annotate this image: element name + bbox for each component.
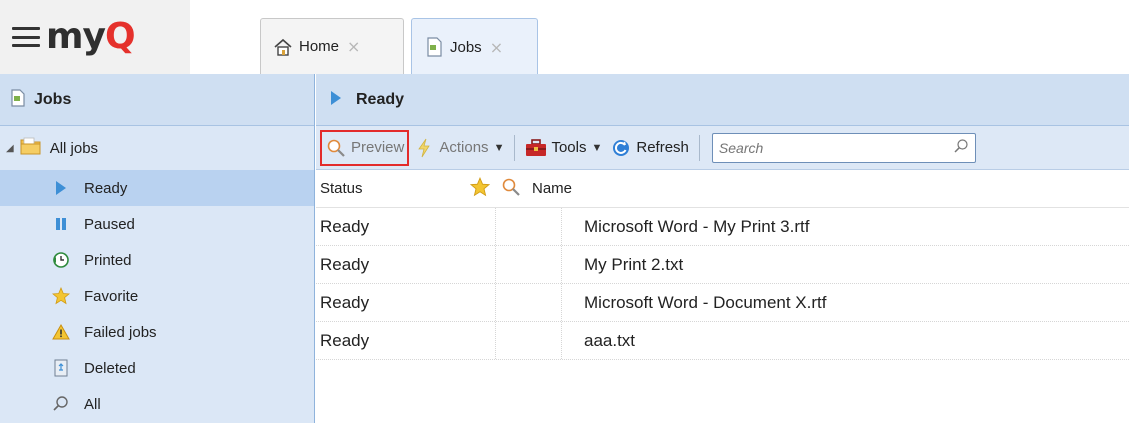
close-icon[interactable]: × (347, 37, 360, 56)
lightning-icon (413, 137, 435, 159)
star-icon (469, 176, 491, 201)
sidebar-item-ready[interactable]: Ready (0, 170, 314, 206)
page-title: Ready (356, 90, 405, 108)
search-icon[interactable] (953, 138, 969, 158)
document-icon (424, 37, 444, 57)
sidebar-header: Jobs (0, 74, 314, 126)
sidebar-item-label: Paused (84, 215, 135, 233)
expand-caret-icon[interactable]: ◢ (6, 143, 14, 154)
tools-button[interactable]: Tools ▼ (521, 130, 606, 166)
column-header-preview[interactable] (496, 177, 526, 201)
sidebar-item-failed-jobs[interactable]: Failed jobs (0, 314, 314, 350)
sidebar-item-paused[interactable]: Paused (0, 206, 314, 242)
document-icon (10, 88, 26, 111)
cell-favorite (496, 246, 562, 283)
chevron-down-icon: ▼ (493, 141, 505, 154)
sidebar-item-label: Favorite (84, 287, 139, 305)
sidebar-title: Jobs (34, 90, 72, 108)
tools-label: Tools (551, 139, 587, 156)
search-box[interactable] (711, 132, 976, 163)
cell-favorite (496, 322, 562, 359)
table-row[interactable]: Ready aaa.txt (316, 322, 1129, 360)
tab-jobs-label: Jobs (450, 38, 482, 56)
cell-name: My Print 2.txt (584, 254, 684, 274)
close-icon[interactable]: × (490, 38, 503, 57)
sidebar: Jobs ◢ All jobs Ready Paused Printed Fav… (0, 74, 315, 423)
cell-status: Ready (316, 284, 496, 321)
top-bar: myQ Home × Jobs × (0, 0, 1129, 75)
warning-icon (52, 323, 70, 341)
hamburger-menu-icon[interactable] (12, 27, 40, 47)
history-clock-icon (52, 251, 70, 269)
magnifier-icon (501, 177, 521, 201)
main-panel: Ready Preview Actions ▼ Tools ▼ Refresh … (316, 74, 1129, 423)
column-header-name[interactable]: Name (526, 180, 572, 197)
sidebar-item-label: All (84, 395, 101, 413)
sidebar-item-label: Failed jobs (84, 323, 157, 341)
toolbox-icon (525, 137, 547, 159)
tab-home-label: Home (299, 38, 340, 55)
sidebar-item-favorite[interactable]: Favorite (0, 278, 314, 314)
cell-name: Microsoft Word - Document X.rtf (584, 292, 827, 312)
table-row[interactable]: Ready Microsoft Word - My Print 3.rtf (316, 208, 1129, 246)
play-triangle-icon (330, 90, 342, 110)
table-row[interactable]: Ready My Print 2.txt (316, 246, 1129, 284)
pause-icon (52, 215, 70, 233)
column-header-status[interactable]: Status (316, 180, 464, 197)
toolbar-divider (698, 134, 700, 161)
tab-jobs[interactable]: Jobs × (411, 18, 538, 75)
sidebar-item-label: Ready (84, 179, 128, 197)
sidebar-item-deleted[interactable]: Deleted (0, 350, 314, 386)
cell-name: Microsoft Word - My Print 3.rtf (584, 216, 810, 236)
chevron-down-icon: ▼ (591, 141, 603, 154)
toolbar: Preview Actions ▼ Tools ▼ Refresh (316, 126, 1129, 170)
refresh-button[interactable]: Refresh (606, 130, 693, 166)
play-triangle-icon (52, 179, 70, 197)
search-input[interactable] (718, 139, 953, 156)
tree-root-all-jobs[interactable]: ◢ All jobs (0, 126, 314, 170)
preview-button[interactable]: Preview (320, 129, 410, 166)
cell-name: aaa.txt (584, 330, 636, 350)
cell-status: Ready (316, 322, 496, 359)
sidebar-item-label: Deleted (84, 359, 136, 377)
cell-status: Ready (316, 246, 496, 283)
refresh-icon (610, 137, 632, 159)
tree-root-label: All jobs (49, 139, 99, 157)
table-row[interactable]: Ready Microsoft Word - Document X.rtf (316, 284, 1129, 322)
column-header-favorite[interactable] (464, 176, 496, 201)
magnifier-icon (325, 137, 347, 159)
sidebar-item-all[interactable]: All (0, 386, 314, 422)
sidebar-item-printed[interactable]: Printed (0, 242, 314, 278)
home-icon (273, 37, 293, 57)
recycle-bin-icon (52, 359, 70, 377)
tab-home[interactable]: Home × (260, 18, 404, 74)
cell-status: Ready (316, 208, 496, 245)
star-icon (52, 287, 70, 305)
magnifier-icon (52, 395, 70, 413)
myq-logo: myQ (46, 16, 136, 57)
actions-label: Actions (439, 139, 489, 156)
preview-label: Preview (351, 139, 405, 156)
logo-area: myQ (0, 0, 190, 74)
table-header: Status Name (316, 170, 1129, 208)
cell-favorite (496, 208, 562, 245)
folder-icon (20, 137, 42, 159)
cell-favorite (496, 284, 562, 321)
toolbar-divider (514, 134, 516, 161)
actions-button[interactable]: Actions ▼ (409, 130, 508, 166)
main-header: Ready (316, 74, 1129, 126)
refresh-label: Refresh (636, 139, 689, 156)
sidebar-item-label: Printed (84, 251, 132, 269)
